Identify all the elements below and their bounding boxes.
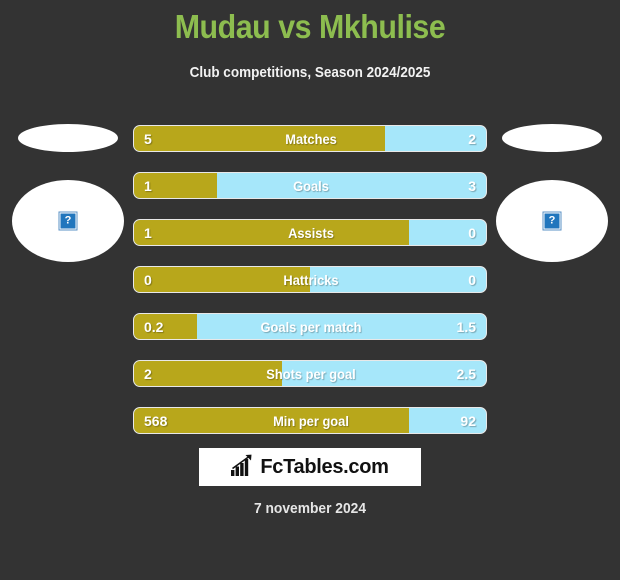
broken-image-glyph: ? [64,214,72,227]
stat-label: Matches [285,131,337,147]
logo-text: FcTables.com [260,456,389,478]
stat-row: 5 Matches 2 [133,125,487,152]
stats-list: 5 Matches 2 1 Goals 3 1 Assists 0 0 Hatt… [133,125,487,454]
stat-label: Assists [288,225,334,241]
stat-row: 1 Assists 0 [133,219,487,246]
stat-label: Goals per match [260,319,362,335]
page-subtitle: Club competitions, Season 2024/2025 [189,64,431,81]
broken-image-icon: ? [543,212,561,230]
stat-label: Goals [293,178,329,194]
stat-row: 568 Min per goal 92 [133,407,487,434]
stat-away-value: 3 [468,178,476,194]
home-player-photo: ? [6,118,130,263]
stat-row: 0 Hattricks 0 [133,266,487,293]
home-photo-ellipse-top [18,124,118,152]
away-photo-ellipse-main: ? [496,180,608,262]
footer-date: 7 november 2024 [253,500,367,517]
broken-image-glyph: ? [548,214,556,227]
stat-away-value: 92 [460,413,476,429]
stat-label: Shots per goal [266,366,356,382]
stat-label: Min per goal [273,413,349,429]
stat-row: 2 Shots per goal 2.5 [133,360,487,387]
stat-away-value: 1.5 [456,319,476,335]
stat-away-value: 0 [468,272,476,288]
stat-away-value: 2.5 [456,366,476,382]
stat-label: Hattricks [283,272,339,288]
broken-image-icon: ? [59,212,77,230]
stat-row: 0.2 Goals per match 1.5 [133,313,487,340]
site-logo[interactable]: FcTables.com [199,448,421,486]
stat-comparison-page: Mudau vs Mkhulise Club competitions, Sea… [0,0,620,580]
bar-chart-growth-icon [231,454,255,481]
stat-away-value: 0 [468,225,476,241]
away-photo-ellipse-top [502,124,602,152]
stat-row: 1 Goals 3 [133,172,487,199]
stat-away-value: 2 [468,131,476,147]
home-photo-ellipse-main: ? [12,180,124,262]
page-title: Mudau vs Mkhulise [174,8,446,45]
away-player-photo: ? [490,118,614,263]
